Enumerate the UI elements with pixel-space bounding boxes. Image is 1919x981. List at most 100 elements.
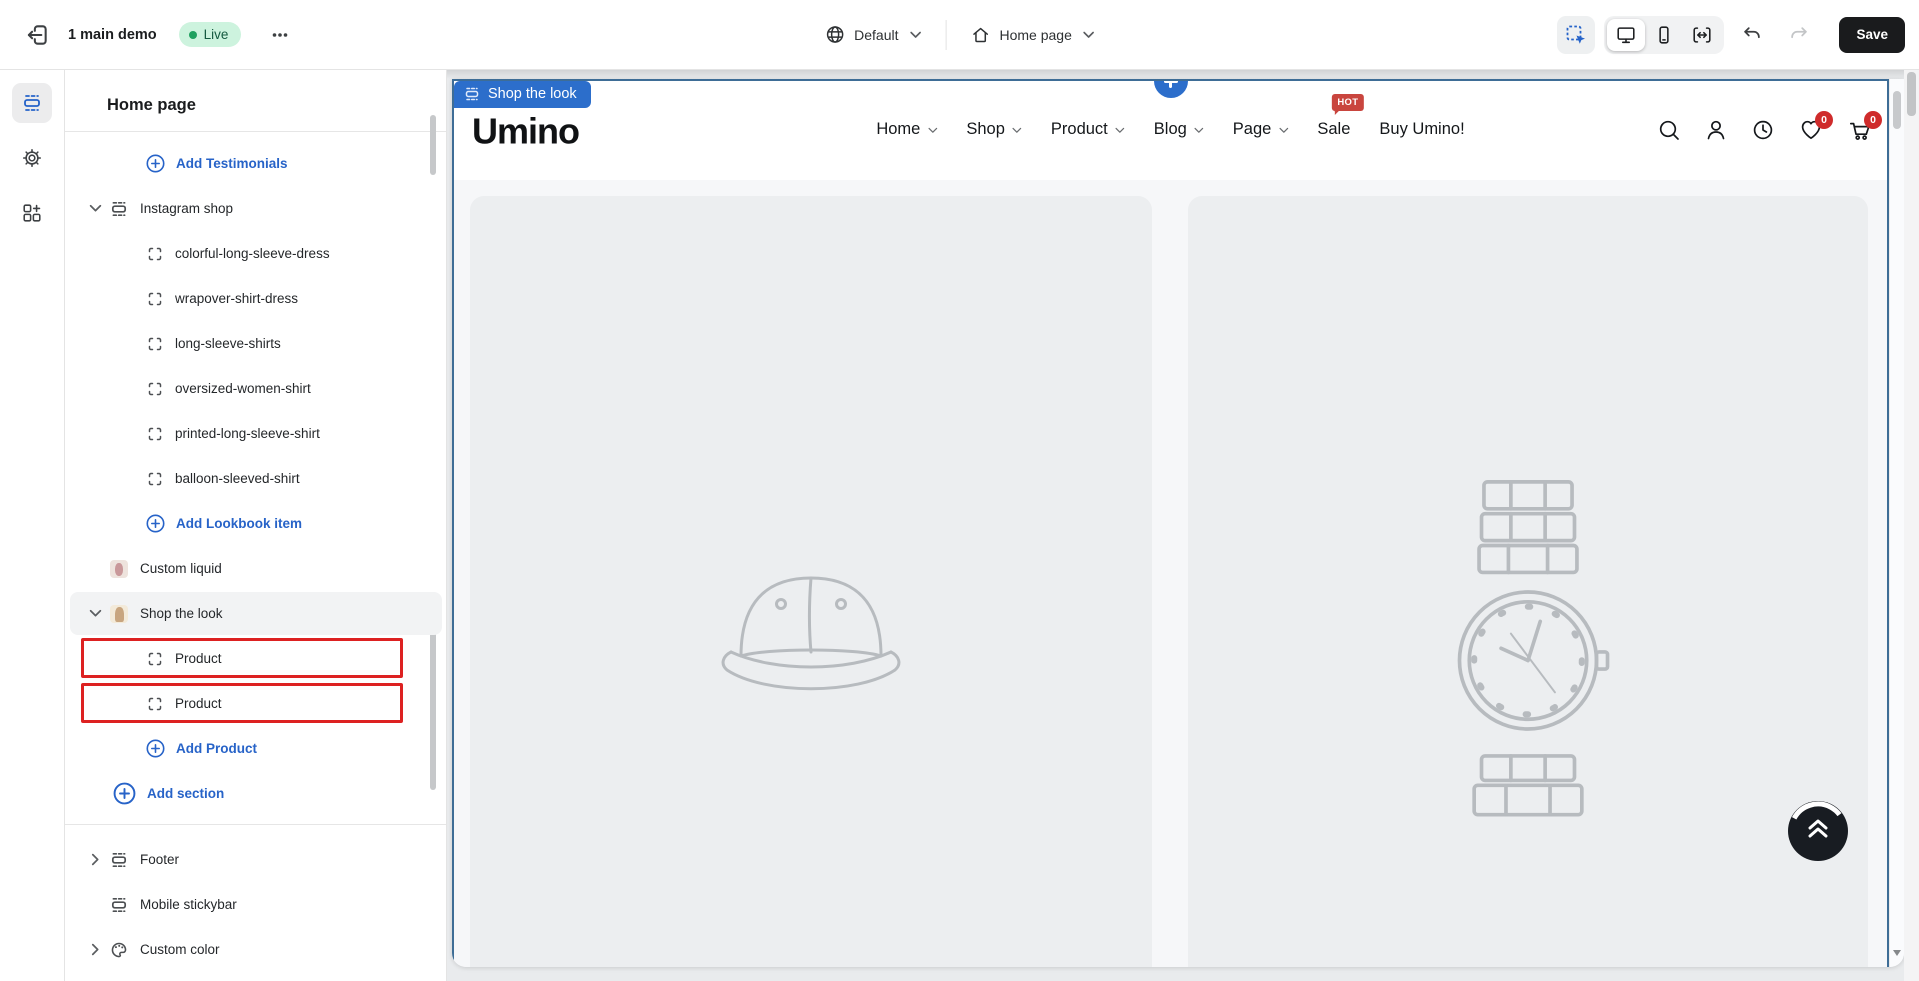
mobile-preview-button[interactable]	[1645, 19, 1683, 51]
rail-settings-button[interactable]	[12, 138, 52, 178]
section-icon	[110, 851, 128, 869]
editor-topbar: 1 main demo Live Default Home page	[0, 0, 1919, 70]
block-icon	[147, 651, 163, 667]
section-icon	[110, 200, 128, 218]
sections-icon	[21, 92, 43, 114]
plus-circle-icon	[146, 154, 165, 173]
chevron-down-icon	[927, 127, 937, 134]
topbar-center: Default Home page	[814, 16, 1105, 53]
add-testimonials-link[interactable]: Add Testimonials	[65, 141, 446, 186]
fullwidth-preview-button[interactable]	[1683, 19, 1721, 51]
nav-buy-umino[interactable]: Buy Umino!	[1379, 120, 1464, 139]
store-preview: Umino Home Shop Product Blog Page SaleHO…	[452, 79, 1904, 967]
rail-sections-button[interactable]	[12, 83, 52, 123]
topbar-left: 1 main demo Live	[0, 16, 299, 54]
cart-icon[interactable]: 0	[1847, 118, 1873, 142]
scrollbar-down-arrow-icon[interactable]	[1893, 950, 1901, 960]
add-lookbook-item-link[interactable]: Add Lookbook item	[65, 501, 446, 546]
settings-gear-icon	[21, 147, 43, 169]
scroll-progress-ring	[1788, 801, 1848, 861]
watch-illustration	[1430, 477, 1626, 822]
chevron-down-icon[interactable]	[88, 204, 102, 213]
sidebar-divider	[65, 824, 446, 825]
desktop-preview-button[interactable]	[1607, 19, 1645, 51]
section-row-instagram-shop[interactable]: Instagram shop	[65, 186, 446, 231]
block-icon	[147, 246, 163, 262]
nav-page[interactable]: Page	[1233, 120, 1289, 139]
nav-shop[interactable]: Shop	[966, 120, 1022, 139]
section-row-footer[interactable]: Footer	[65, 837, 446, 882]
account-icon[interactable]	[1704, 118, 1728, 142]
wishlist-icon[interactable]: 0	[1798, 118, 1824, 142]
live-dot-icon	[189, 31, 197, 39]
more-actions-button[interactable]	[261, 16, 299, 54]
store-logo[interactable]: Umino	[472, 110, 579, 152]
section-row-shop-the-look[interactable]: Shop the look	[65, 591, 446, 636]
scroll-to-top-button[interactable]	[1788, 801, 1848, 861]
chevron-right-icon[interactable]	[88, 943, 102, 956]
window-scrollbar[interactable]	[1904, 70, 1919, 981]
block-row-product-1[interactable]: Product	[65, 636, 446, 681]
nav-sale[interactable]: SaleHOT	[1317, 120, 1350, 139]
product-placeholder-watch[interactable]	[1188, 196, 1868, 967]
block-row[interactable]: long-sleeve-shirts	[65, 321, 446, 366]
add-section-link[interactable]: Add section	[65, 771, 446, 816]
block-row-product-2[interactable]: Product	[65, 681, 446, 726]
nav-product[interactable]: Product	[1051, 120, 1125, 139]
chevron-down-icon	[909, 31, 921, 39]
hot-badge: HOT	[1331, 94, 1364, 111]
inspect-button[interactable]	[1557, 16, 1595, 54]
block-row[interactable]: colorful-long-sleeve-dress	[65, 231, 446, 276]
redo-button[interactable]	[1780, 16, 1818, 54]
chevron-down-icon	[1012, 127, 1022, 134]
live-status-badge: Live	[179, 22, 242, 47]
section-row-mobile-stickybar[interactable]: Mobile stickybar	[65, 882, 446, 927]
section-badge-label: Shop the look	[488, 86, 577, 102]
block-icon	[147, 426, 163, 442]
sidebar-scrollbar-thumb[interactable]	[430, 115, 436, 175]
cap-illustration	[705, 548, 917, 718]
product-placeholder-cap[interactable]	[470, 196, 1152, 967]
shop-the-look-section	[452, 180, 1889, 967]
nav-blog[interactable]: Blog	[1154, 120, 1204, 139]
theme-name: 1 main demo	[68, 27, 157, 43]
topbar-right: Save	[1557, 16, 1919, 54]
undo-button[interactable]	[1733, 16, 1771, 54]
locale-selector[interactable]: Default	[814, 16, 931, 53]
block-icon	[147, 381, 163, 397]
exit-icon	[24, 22, 50, 48]
preview-scrollbar-thumb[interactable]	[1893, 91, 1901, 129]
section-tree: Add Testimonials Instagram shop colorful…	[65, 141, 446, 816]
section-icon	[464, 86, 480, 102]
add-product-link[interactable]: Add Product	[65, 726, 446, 771]
recently-viewed-icon[interactable]	[1751, 118, 1775, 142]
exit-editor-button[interactable]	[18, 16, 56, 54]
sections-sidebar: Home page Add Testimonials Instagram sho…	[65, 70, 447, 981]
section-badge[interactable]: Shop the look	[454, 81, 591, 108]
block-icon	[147, 696, 163, 712]
section-row-custom-color[interactable]: Custom color	[65, 927, 446, 972]
block-row[interactable]: printed-long-sleeve-shirt	[65, 411, 446, 456]
block-row[interactable]: oversized-women-shirt	[65, 366, 446, 411]
plus-circle-icon	[113, 782, 136, 805]
block-icon	[147, 291, 163, 307]
nav-home[interactable]: Home	[876, 120, 937, 139]
preview-scrollbar[interactable]	[1889, 79, 1904, 967]
home-icon	[970, 25, 990, 45]
theme-editor: 1 main demo Live Default Home page	[0, 0, 1919, 981]
search-icon[interactable]	[1657, 118, 1681, 142]
chevron-down-icon[interactable]	[88, 609, 102, 618]
sidebar-scrollbar-thumb[interactable]	[430, 630, 436, 790]
block-row[interactable]: wrapover-shirt-dress	[65, 276, 446, 321]
rail-apps-button[interactable]	[12, 193, 52, 233]
section-row-custom-liquid[interactable]: Custom liquid	[65, 546, 446, 591]
block-row[interactable]: balloon-sleeved-shirt	[65, 456, 446, 501]
save-button[interactable]: Save	[1839, 17, 1905, 53]
plus-circle-icon	[146, 514, 165, 533]
window-scrollbar-thumb[interactable]	[1907, 72, 1916, 116]
editor-main: Home page Add Testimonials Instagram sho…	[0, 70, 1919, 981]
chevron-right-icon[interactable]	[88, 853, 102, 866]
page-selector[interactable]: Home page	[960, 17, 1104, 53]
sidebar-divider	[65, 131, 446, 132]
globe-icon	[824, 24, 845, 45]
